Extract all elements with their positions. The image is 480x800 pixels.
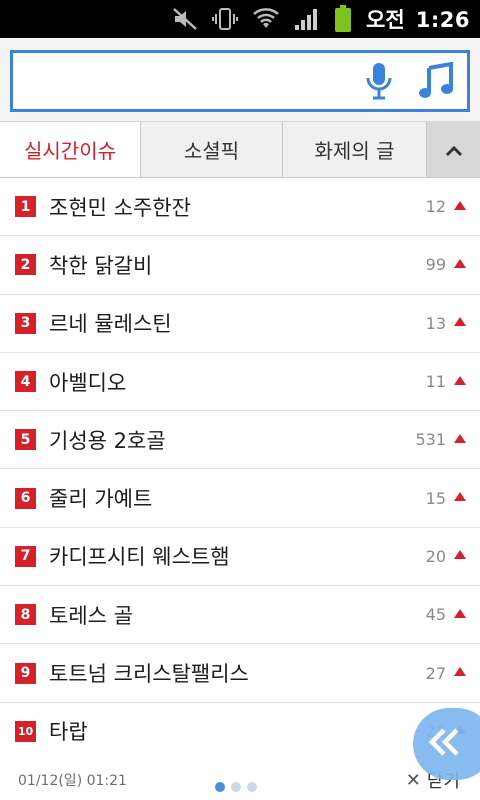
rank-badge: 7 bbox=[15, 545, 36, 567]
keyword-title: 조현민 소주한잔 bbox=[49, 195, 191, 220]
rank-change-count: 45 bbox=[425, 605, 446, 625]
rank-change-count: 12 bbox=[425, 197, 446, 217]
rank-change-count: 27 bbox=[425, 663, 446, 683]
signal-icon bbox=[294, 7, 320, 31]
tab-hot-posts[interactable]: 화제의 글 bbox=[282, 122, 426, 177]
list-item[interactable]: 4 아벨디오 11 bbox=[0, 353, 480, 412]
microphone-icon[interactable] bbox=[365, 62, 393, 100]
vibrate-icon bbox=[212, 6, 239, 32]
arrow-up-icon bbox=[454, 258, 466, 268]
keyword-title: 기성용 2호골 bbox=[49, 428, 166, 453]
page-dot bbox=[215, 782, 225, 792]
keyword-title: 타랍 bbox=[49, 720, 88, 745]
trending-list: 1 조현민 소주한잔 12 2 착한 닭갈비 99 3 르네 뮬레스틴 13 4… bbox=[0, 178, 480, 761]
search-area bbox=[0, 38, 480, 122]
rank-badge: 9 bbox=[15, 662, 36, 684]
arrow-up-icon bbox=[454, 492, 466, 502]
arrow-up-icon bbox=[454, 375, 466, 385]
rank-change-count: 15 bbox=[425, 488, 446, 508]
keyword-title: 줄리 가예트 bbox=[49, 487, 153, 512]
arrow-up-icon bbox=[454, 433, 466, 443]
list-item[interactable]: 3 르네 뮬레스틴 13 bbox=[0, 295, 480, 353]
mute-icon bbox=[172, 7, 198, 31]
tab-bar: 실시간이슈 소셜픽 화제의 글 bbox=[0, 122, 480, 178]
list-item[interactable]: 2 착한 닭갈비 99 bbox=[0, 236, 480, 295]
arrow-up-icon bbox=[454, 667, 466, 677]
list-item[interactable]: 7 카디프시티 웨스트햄 20 bbox=[0, 528, 480, 587]
page-dot bbox=[247, 782, 257, 792]
rank-change-count: 20 bbox=[425, 546, 446, 566]
rank-change-count: 11 bbox=[425, 372, 446, 392]
arrow-up-icon bbox=[454, 317, 466, 327]
list-item[interactable]: 10 타랍 22 bbox=[0, 703, 480, 761]
keyword-title: 토트넘 크리스탈팰리스 bbox=[49, 662, 249, 687]
page-dot bbox=[231, 782, 241, 792]
rank-badge: 10 bbox=[15, 720, 36, 742]
arrow-up-icon bbox=[454, 608, 466, 618]
collapse-button[interactable] bbox=[426, 122, 480, 177]
rank-badge: 4 bbox=[15, 371, 36, 393]
floating-collapse-button[interactable] bbox=[413, 708, 480, 780]
keyword-title: 카디프시티 웨스트햄 bbox=[49, 545, 230, 570]
clock-time: 1:26 bbox=[415, 8, 470, 32]
rank-badge: 2 bbox=[15, 254, 36, 276]
list-item[interactable]: 5 기성용 2호골 531 bbox=[0, 411, 480, 470]
clock-ampm: 오전 bbox=[366, 8, 405, 32]
status-bar: 오전 1:26 bbox=[0, 0, 480, 38]
rank-change-count: 13 bbox=[425, 313, 446, 333]
list-item[interactable]: 8 토레스 골 45 bbox=[0, 586, 480, 645]
arrow-up-icon bbox=[454, 200, 466, 210]
rank-change-count: 99 bbox=[425, 255, 446, 275]
double-chevron-left-icon bbox=[427, 727, 461, 761]
rank-badge: 5 bbox=[15, 429, 36, 451]
updated-timestamp: 01/12(일) 01:21 bbox=[18, 773, 127, 789]
rank-badge: 6 bbox=[15, 487, 36, 509]
rank-badge: 3 bbox=[15, 312, 36, 334]
wifi-icon bbox=[252, 8, 280, 30]
list-item[interactable]: 6 줄리 가예트 15 bbox=[0, 469, 480, 528]
list-item[interactable]: 9 토트넘 크리스탈팰리스 27 bbox=[0, 644, 480, 703]
rank-badge: 1 bbox=[15, 196, 36, 218]
arrow-up-icon bbox=[454, 550, 466, 560]
close-icon: ✕ bbox=[405, 769, 421, 791]
rank-badge: 8 bbox=[15, 604, 36, 626]
keyword-title: 르네 뮬레스틴 bbox=[49, 312, 172, 337]
tab-social-pick[interactable]: 소셜픽 bbox=[140, 122, 282, 177]
keyword-title: 착한 닭갈비 bbox=[49, 253, 153, 278]
page-indicator bbox=[215, 782, 257, 792]
chevron-up-icon bbox=[445, 138, 463, 162]
footer-bar: 01/12(일) 01:21 ✕ 닫기 bbox=[0, 760, 480, 800]
battery-icon bbox=[334, 5, 352, 33]
tab-realtime-issue[interactable]: 실시간이슈 bbox=[0, 122, 140, 177]
list-item[interactable]: 1 조현민 소주한잔 12 bbox=[0, 178, 480, 237]
rank-change-count: 531 bbox=[415, 430, 446, 450]
search-input[interactable] bbox=[10, 50, 470, 112]
keyword-title: 토레스 골 bbox=[49, 603, 133, 628]
music-note-icon[interactable] bbox=[417, 62, 455, 100]
keyword-title: 아벨디오 bbox=[49, 370, 127, 395]
